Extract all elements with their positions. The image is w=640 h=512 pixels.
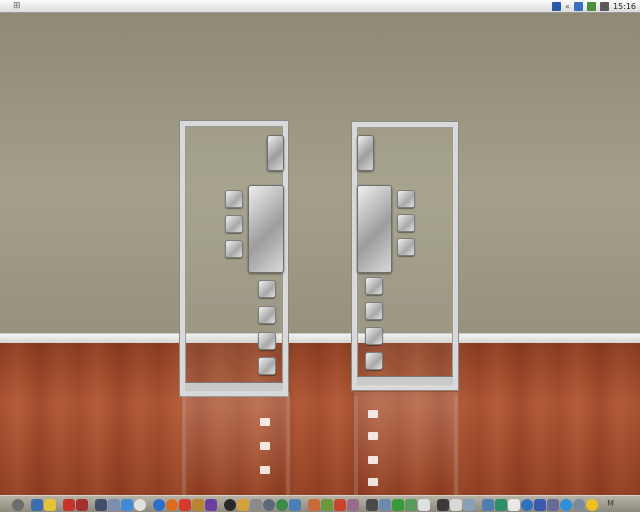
small-icon[interactable] — [225, 240, 243, 258]
desktop-wallpaper-wall — [0, 13, 640, 333]
shelf-base — [185, 382, 283, 391]
small-icon[interactable] — [397, 214, 415, 232]
reflection-icon — [368, 410, 378, 418]
dock: M — [0, 495, 640, 512]
reflection-icon — [260, 466, 270, 474]
camera-icon[interactable] — [263, 498, 275, 511]
system-tray: « 15:16 — [552, 0, 636, 12]
mail-icon[interactable] — [179, 498, 191, 511]
top-large-icon[interactable] — [267, 135, 284, 171]
small-icon[interactable] — [397, 190, 415, 208]
download-icon[interactable] — [392, 498, 404, 511]
globe-icon[interactable] — [521, 498, 533, 511]
bird-icon[interactable] — [437, 498, 449, 511]
notes-icon[interactable] — [44, 498, 56, 511]
trash-icon[interactable] — [250, 498, 262, 511]
left-shelf-reflection — [182, 392, 290, 496]
people-icon[interactable] — [534, 498, 546, 511]
shelf-base — [357, 376, 453, 385]
globe-icon[interactable] — [276, 498, 288, 511]
app-store-icon[interactable] — [560, 498, 572, 511]
network-icon[interactable] — [237, 498, 249, 511]
browser-icon[interactable] — [153, 498, 165, 511]
center-large-icon[interactable] — [248, 185, 284, 273]
user-icon[interactable] — [586, 1, 596, 11]
small-icon[interactable] — [365, 277, 383, 295]
language-indicator-icon[interactable] — [552, 1, 562, 11]
screen-icon[interactable] — [495, 498, 507, 511]
top-large-icon[interactable] — [357, 135, 374, 171]
wallpaper-floor — [0, 343, 640, 495]
photos-icon[interactable] — [31, 498, 43, 511]
center-large-icon[interactable] — [357, 185, 392, 273]
finder-icon[interactable] — [121, 498, 133, 511]
reflection-icon — [368, 478, 378, 486]
chat-icon[interactable] — [379, 498, 391, 511]
firefox-icon[interactable] — [166, 498, 178, 511]
music-icon[interactable] — [405, 498, 417, 511]
monitor-icon[interactable] — [463, 498, 475, 511]
picture-icon[interactable] — [289, 498, 301, 511]
power-icon[interactable] — [12, 498, 24, 511]
small-icon[interactable] — [225, 190, 243, 208]
weather-icon[interactable] — [573, 498, 585, 511]
volume-icon[interactable] — [599, 1, 609, 11]
pdf-icon[interactable] — [63, 498, 75, 511]
small-icon[interactable] — [365, 327, 383, 345]
small-icon[interactable] — [258, 357, 276, 375]
chat-icon[interactable] — [366, 498, 378, 511]
small-icon[interactable] — [365, 352, 383, 370]
network-icon[interactable] — [573, 1, 583, 11]
calendar-icon[interactable] — [76, 498, 88, 511]
small-icon[interactable] — [258, 306, 276, 324]
reflection-icon — [368, 432, 378, 440]
settings-icon[interactable] — [224, 498, 236, 511]
folder-icon[interactable] — [321, 498, 333, 511]
top-menu-bar: ⊞ « 15:16 — [0, 0, 640, 13]
books-icon[interactable] — [205, 498, 217, 511]
folder-icon[interactable] — [334, 498, 346, 511]
folder-icon[interactable] — [308, 498, 320, 511]
sharing-icon[interactable] — [547, 498, 559, 511]
small-icon[interactable] — [258, 280, 276, 298]
sun-icon[interactable] — [586, 498, 598, 511]
small-icon[interactable] — [397, 238, 415, 256]
chevron-left-icon[interactable]: « — [565, 2, 570, 11]
doc-icon[interactable] — [508, 498, 520, 511]
folder-icon[interactable] — [347, 498, 359, 511]
reflection-icon — [368, 456, 378, 464]
small-icon[interactable] — [225, 215, 243, 233]
bookmark-icon[interactable] — [192, 498, 204, 511]
print-icon[interactable] — [450, 498, 462, 511]
dock-label: M — [607, 499, 614, 508]
pencil-icon[interactable] — [108, 498, 120, 511]
reflection-icon — [260, 442, 270, 450]
clock-icon[interactable] — [134, 498, 146, 511]
documents-icon[interactable] — [418, 498, 430, 511]
clock[interactable]: 15:16 — [613, 2, 636, 11]
tools-icon[interactable] — [95, 498, 107, 511]
windows-logo-icon[interactable]: ⊞ — [13, 1, 23, 11]
monitor-icon[interactable] — [482, 498, 494, 511]
small-icon[interactable] — [258, 332, 276, 350]
reflection-icon — [260, 418, 270, 426]
small-icon[interactable] — [365, 302, 383, 320]
